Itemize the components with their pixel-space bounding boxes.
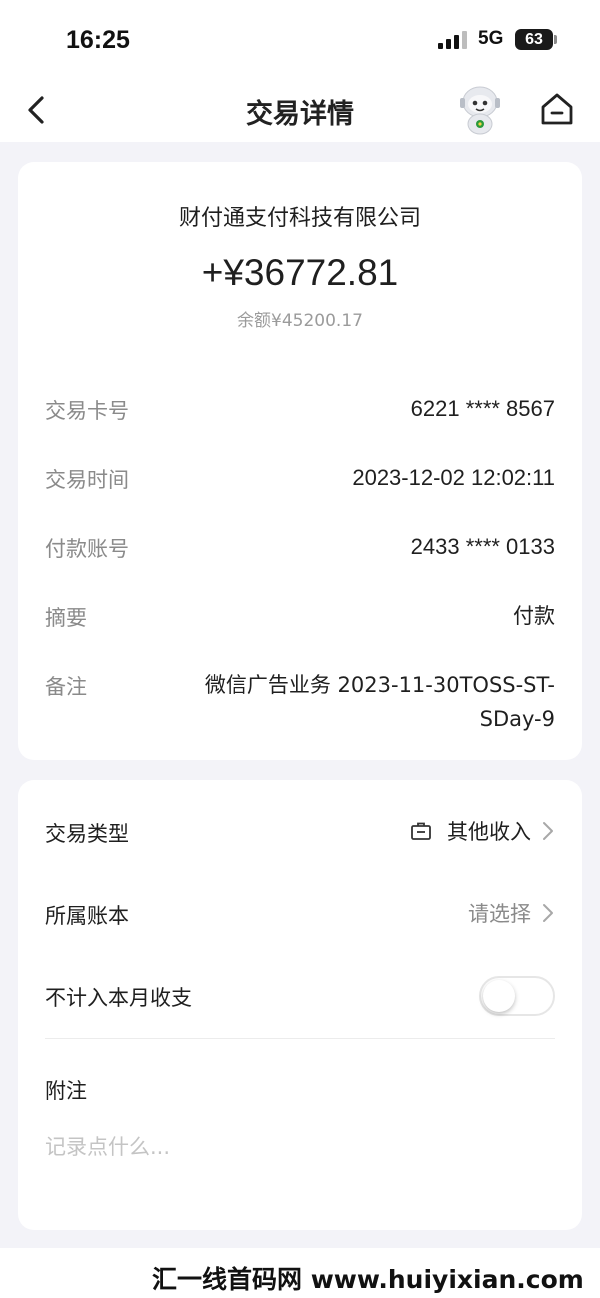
chevron-right-icon — [543, 904, 553, 922]
page-title: 交易详情 — [246, 99, 354, 130]
battery-level: 63 — [525, 31, 543, 48]
categorization-card: 交易类型 其他收入 所属账本 请选择 不计入本月收支 附注 — [18, 780, 582, 1230]
detail-label: 摘要 — [45, 606, 87, 630]
note-input[interactable] — [45, 1130, 555, 1164]
detail-label: 付款账号 — [45, 537, 129, 561]
note-label: 附注 — [45, 1079, 87, 1103]
watermark-text: 汇一线首码网 www.huiyixian.com — [152, 1265, 584, 1294]
network-type: 5G — [478, 28, 504, 49]
exclude-monthly-toggle[interactable] — [479, 976, 555, 1016]
detail-value: 2023-12-02 12:02:11 — [352, 465, 555, 490]
watermark-bar: 汇一线首码网 www.huiyixian.com — [0, 1248, 600, 1298]
battery-tip — [554, 35, 557, 44]
ledger-selector[interactable]: 请选择 — [468, 898, 555, 928]
detail-value: 付款 — [513, 604, 555, 628]
status-time: 16:25 — [66, 26, 130, 54]
ledger-value: 请选择 — [468, 902, 531, 926]
briefcase-icon — [411, 822, 431, 840]
transaction-summary-card: 财付通支付科技有限公司 +¥36772.81 余额¥45200.17 交易卡号 … — [18, 162, 582, 760]
detail-value: 2433 **** 0133 — [410, 534, 555, 559]
transaction-type-label: 交易类型 — [45, 822, 129, 846]
account-balance: 余额¥45200.17 — [237, 311, 363, 331]
exclude-monthly-label: 不计入本月收支 — [45, 986, 192, 1010]
detail-label: 备注 — [45, 675, 87, 699]
transaction-type-selector[interactable]: 其他收入 — [409, 816, 555, 846]
robot-mascot-icon[interactable] — [452, 80, 508, 136]
transaction-amount: +¥36772.81 — [201, 252, 399, 293]
battery-icon: 63 — [515, 29, 553, 50]
merchant-name: 财付通支付科技有限公司 — [178, 206, 421, 231]
detail-label: 交易卡号 — [45, 399, 129, 423]
transaction-type-value: 其他收入 — [447, 820, 531, 844]
toggle-knob — [483, 980, 515, 1012]
ledger-label: 所属账本 — [45, 904, 129, 928]
divider — [45, 1038, 555, 1039]
detail-label: 交易时间 — [45, 468, 129, 492]
status-bar: 16:25 5G 63 — [0, 0, 600, 80]
detail-value: 微信广告业务 2023-11-30TOSS-ST-SDay-9 — [204, 673, 555, 731]
detail-value: 6221 **** 8567 — [410, 396, 555, 421]
nav-bar: 交易详情 — [0, 80, 600, 142]
home-button[interactable] — [538, 90, 576, 128]
signal-icon — [438, 31, 467, 49]
chevron-right-icon — [543, 822, 553, 840]
